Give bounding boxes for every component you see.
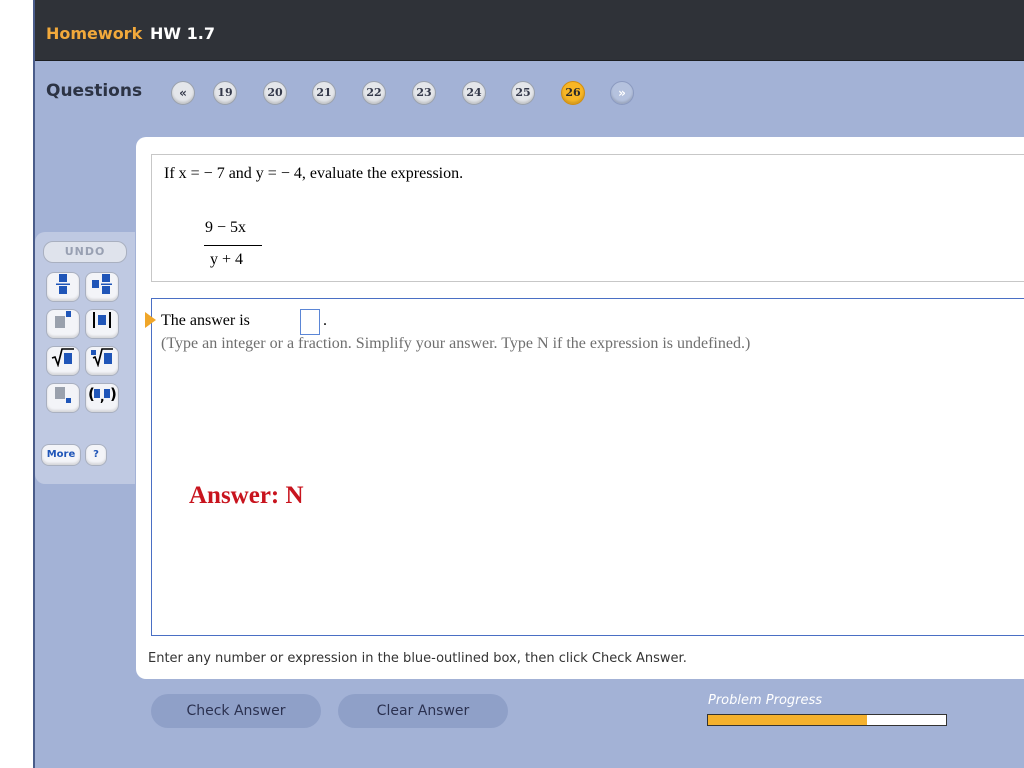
problem-progress-bar (707, 714, 947, 726)
question-24-button[interactable]: 24 (462, 81, 486, 105)
question-19-button[interactable]: 19 (213, 81, 237, 105)
question-26-button[interactable]: 26 (561, 81, 585, 105)
question-25-button[interactable]: 25 (511, 81, 535, 105)
subscript-icon[interactable] (46, 383, 80, 413)
assignment-title: HW 1.7 (150, 24, 215, 43)
current-step-arrow-icon (145, 312, 156, 328)
expression-denominator: y + 4 (210, 251, 244, 268)
svg-text:): ) (110, 385, 116, 403)
more-button[interactable]: More (41, 444, 81, 466)
answer-input[interactable] (300, 309, 320, 335)
next-questions-icon[interactable]: » (610, 81, 634, 105)
question-panel: If x = − 7 and y = − 4, evaluate the exp… (136, 137, 1024, 679)
section-title: Homework (46, 24, 143, 43)
fraction-bar (204, 245, 262, 246)
check-answer-button[interactable]: Check Answer (151, 694, 321, 728)
answer-prefix: The answer is (161, 312, 250, 329)
entry-hint: Enter any number or expression in the bl… (148, 651, 687, 666)
nth-root-icon[interactable] (85, 346, 119, 376)
answer-annotation: Answer: N (189, 482, 304, 509)
problem-progress-fill (708, 715, 868, 725)
answer-suffix: . (323, 312, 327, 329)
fraction-icon[interactable] (46, 272, 80, 302)
question-box: If x = − 7 and y = − 4, evaluate the exp… (151, 154, 1024, 282)
mixed-number-icon[interactable] (85, 272, 119, 302)
svg-text:(: ( (88, 385, 95, 403)
window-border (33, 0, 35, 768)
question-20-button[interactable]: 20 (263, 81, 287, 105)
exponent-icon[interactable] (46, 309, 80, 339)
ordered-pair-icon[interactable]: (,) (85, 383, 119, 413)
answer-instructions: (Type an integer or a fraction. Simplify… (161, 335, 751, 352)
svg-text:,: , (100, 390, 105, 404)
expression-numerator: 9 − 5x (205, 219, 247, 236)
question-23-button[interactable]: 23 (412, 81, 436, 105)
question-prompt: If x = − 7 and y = − 4, evaluate the exp… (164, 165, 464, 182)
question-navigator: Questions « 19 20 21 22 23 24 25 26 » (33, 78, 1024, 108)
question-22-button[interactable]: 22 (362, 81, 386, 105)
title-bar: Homework HW 1.7 (33, 0, 1024, 61)
previous-questions-icon[interactable]: « (171, 81, 195, 105)
clear-answer-button[interactable]: Clear Answer (338, 694, 508, 728)
homework-window: Homework HW 1.7 Questions « 19 20 21 22 … (33, 0, 1024, 768)
questions-label: Questions (46, 81, 143, 101)
absolute-value-icon[interactable] (85, 309, 119, 339)
problem-progress-label: Problem Progress (708, 693, 823, 708)
answer-box: The answer is . (Type an integer or a fr… (145, 298, 1024, 636)
help-icon[interactable]: ? (85, 444, 107, 466)
square-root-icon[interactable] (46, 346, 80, 376)
undo-button[interactable]: UNDO (43, 241, 127, 263)
question-21-button[interactable]: 21 (312, 81, 336, 105)
math-palette: UNDO (,) More ? (35, 232, 135, 484)
